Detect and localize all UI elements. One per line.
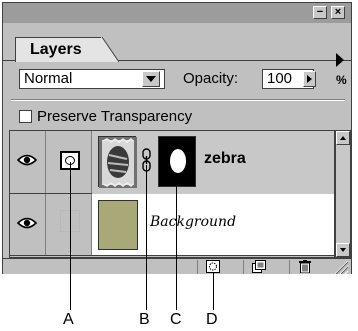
layers-palette: − × Layers Normal Opacity: 100 % Preserv… — [2, 2, 352, 274]
minimize-button[interactable]: − — [313, 6, 327, 19]
divider — [11, 99, 345, 101]
chevron-right-icon — [307, 75, 312, 83]
scroll-down-button[interactable] — [336, 243, 350, 257]
selected-layer-body[interactable]: zebra — [92, 131, 334, 194]
add-mask-button[interactable] — [197, 260, 235, 274]
mask-status-cell[interactable] — [46, 131, 92, 193]
callout-line-b — [146, 165, 147, 310]
eye-icon — [17, 217, 37, 229]
arrow-down-icon — [340, 248, 346, 252]
callout-label-c: C — [170, 311, 182, 328]
callout-label-a: A — [63, 311, 74, 328]
visibility-cell[interactable] — [10, 194, 46, 255]
callout-line-d — [213, 272, 214, 310]
opacity-unit: % — [336, 73, 347, 87]
new-layer-button[interactable] — [243, 260, 281, 274]
resize-grip-icon[interactable] — [333, 259, 349, 274]
opacity-label: Opacity: — [183, 70, 239, 87]
palette-menu-icon[interactable] — [336, 53, 344, 67]
tab-slant-edge — [101, 37, 119, 63]
palette-titlebar[interactable]: − × — [3, 3, 351, 23]
mask-status-cell[interactable] — [46, 194, 92, 255]
visibility-cell[interactable] — [10, 131, 46, 193]
layer-list: zebra Background — [9, 130, 335, 258]
layer-thumbnail[interactable] — [98, 136, 137, 188]
blend-mode-dropdown-button[interactable] — [142, 71, 160, 87]
trash-icon — [299, 260, 311, 273]
layer-name: Background — [150, 214, 237, 230]
layer-name: zebra — [204, 150, 246, 167]
layer-list-scrollbar[interactable] — [335, 130, 351, 258]
background-thumbnail[interactable] — [98, 200, 138, 250]
preserve-transparency-label: Preserve Transparency — [37, 108, 193, 125]
arrow-up-icon — [340, 136, 346, 140]
layer-row-background[interactable]: Background — [10, 194, 334, 256]
mask-shape — [170, 149, 186, 173]
callout-line-a — [70, 162, 71, 310]
callout-line-c — [176, 175, 177, 310]
opacity-slider-button[interactable] — [303, 71, 316, 87]
callout-label-d: D — [206, 311, 218, 328]
tab-layers[interactable]: Layers — [15, 37, 103, 62]
preserve-transparency-checkbox[interactable] — [19, 110, 32, 123]
tab-strip: Layers — [3, 23, 351, 67]
zebra-thumbnail-image — [99, 137, 137, 188]
close-button[interactable]: × — [331, 6, 345, 19]
delete-layer-button[interactable] — [289, 260, 327, 274]
callout-label-b: B — [139, 311, 150, 328]
layer-row-zebra[interactable]: zebra — [10, 131, 334, 194]
chevron-down-icon — [146, 76, 156, 82]
scroll-up-button[interactable] — [336, 131, 350, 145]
eye-icon — [17, 154, 37, 166]
new-layer-icon — [252, 260, 266, 273]
palette-button-bar — [3, 258, 351, 274]
mask-thumbnail[interactable] — [158, 136, 196, 187]
